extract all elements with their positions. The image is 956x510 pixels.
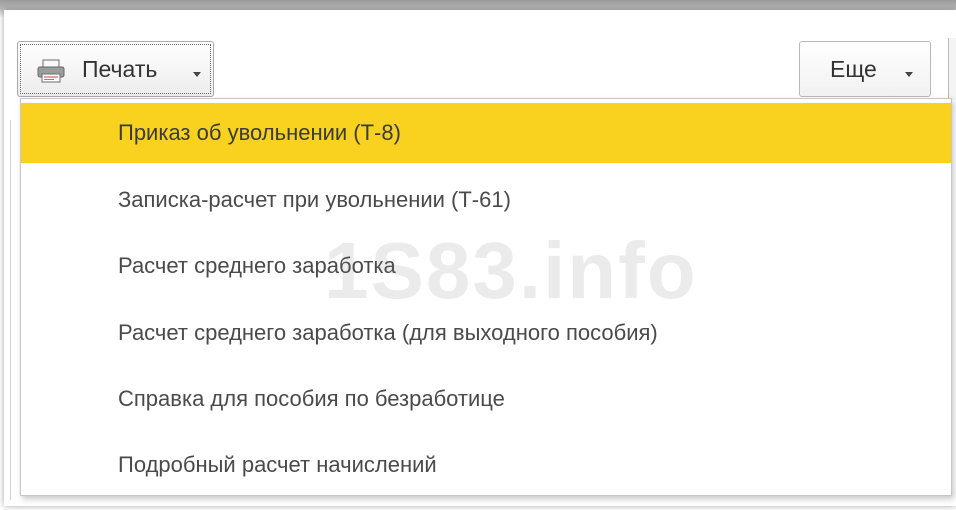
menu-item-dismissal-order[interactable]: Приказ об увольнении (Т-8) <box>21 103 951 163</box>
menu-item-average-earnings-severance[interactable]: Расчет среднего заработка (для выходного… <box>21 303 951 363</box>
menu-item-detailed-accruals[interactable]: Подробный расчет начислений <box>21 435 951 495</box>
print-button-label: Печать <box>82 56 158 82</box>
chevron-down-icon <box>193 72 201 77</box>
print-button[interactable]: Печать <box>17 41 214 97</box>
printer-icon <box>37 59 65 83</box>
print-dropdown-menu: Приказ об увольнении (Т-8) Записка-расче… <box>20 98 952 496</box>
window-left-edge <box>10 120 13 500</box>
menu-item-unemployment-certificate[interactable]: Справка для пособия по безработице <box>21 369 951 429</box>
toolbar-edge-button[interactable] <box>948 38 956 100</box>
more-button[interactable]: Еще <box>799 41 931 97</box>
more-button-label: Еще <box>830 56 877 82</box>
chevron-down-icon <box>905 72 913 77</box>
menu-item-average-earnings[interactable]: Расчет среднего заработка <box>21 236 951 296</box>
menu-item-settlement-note[interactable]: Записка-расчет при увольнении (Т-61) <box>21 170 951 230</box>
